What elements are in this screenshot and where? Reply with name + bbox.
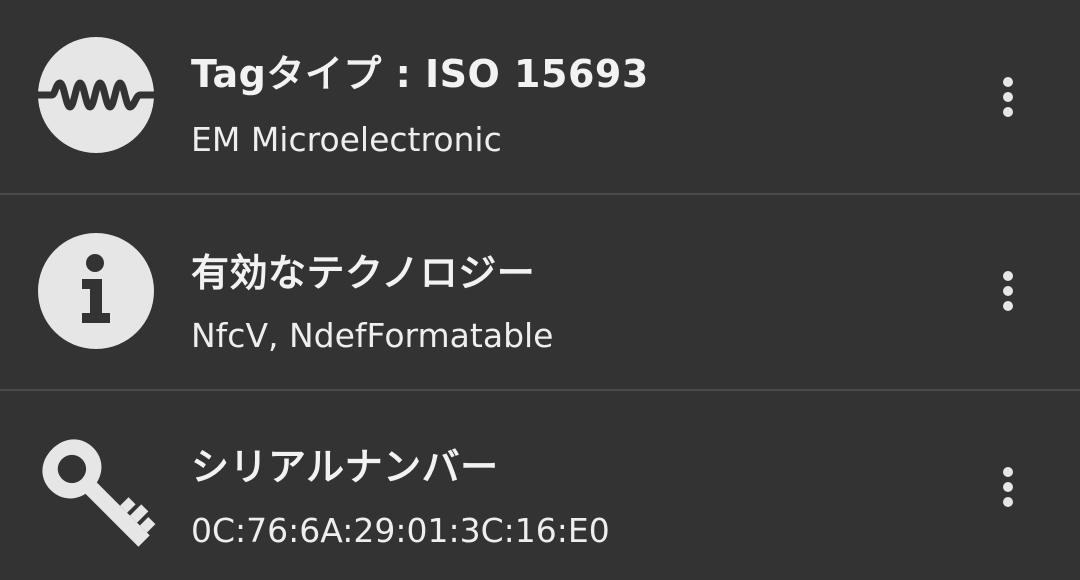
info-circle-icon (36, 231, 156, 351)
tag-info-list: Tagタイプ : ISO 15693 EM Microelectronic 有効… (0, 0, 1080, 580)
more-vert-icon[interactable] (988, 460, 1028, 516)
technologies-value: NfcV, NdefFormatable (191, 316, 554, 355)
tag-type-title: Tagタイプ : ISO 15693 (191, 52, 649, 96)
list-item-technologies[interactable]: 有効なテクノロジー NfcV, NdefFormatable (0, 195, 1080, 389)
more-vert-icon[interactable] (988, 70, 1028, 126)
serial-number-value: 0C:76:6A:29:01:3C:16:E0 (191, 511, 610, 550)
list-item-tag-type[interactable]: Tagタイプ : ISO 15693 EM Microelectronic (0, 0, 1080, 193)
technologies-title: 有効なテクノロジー (191, 251, 536, 295)
serial-number-title: シリアルナンバー (191, 445, 499, 489)
more-vert-icon[interactable] (988, 264, 1028, 320)
waveform-circle-icon (36, 35, 156, 155)
list-item-serial-number[interactable]: シリアルナンバー 0C:76:6A:29:01:3C:16:E0 (0, 391, 1080, 580)
tag-type-value: EM Microelectronic (191, 120, 502, 159)
key-icon (36, 433, 156, 553)
